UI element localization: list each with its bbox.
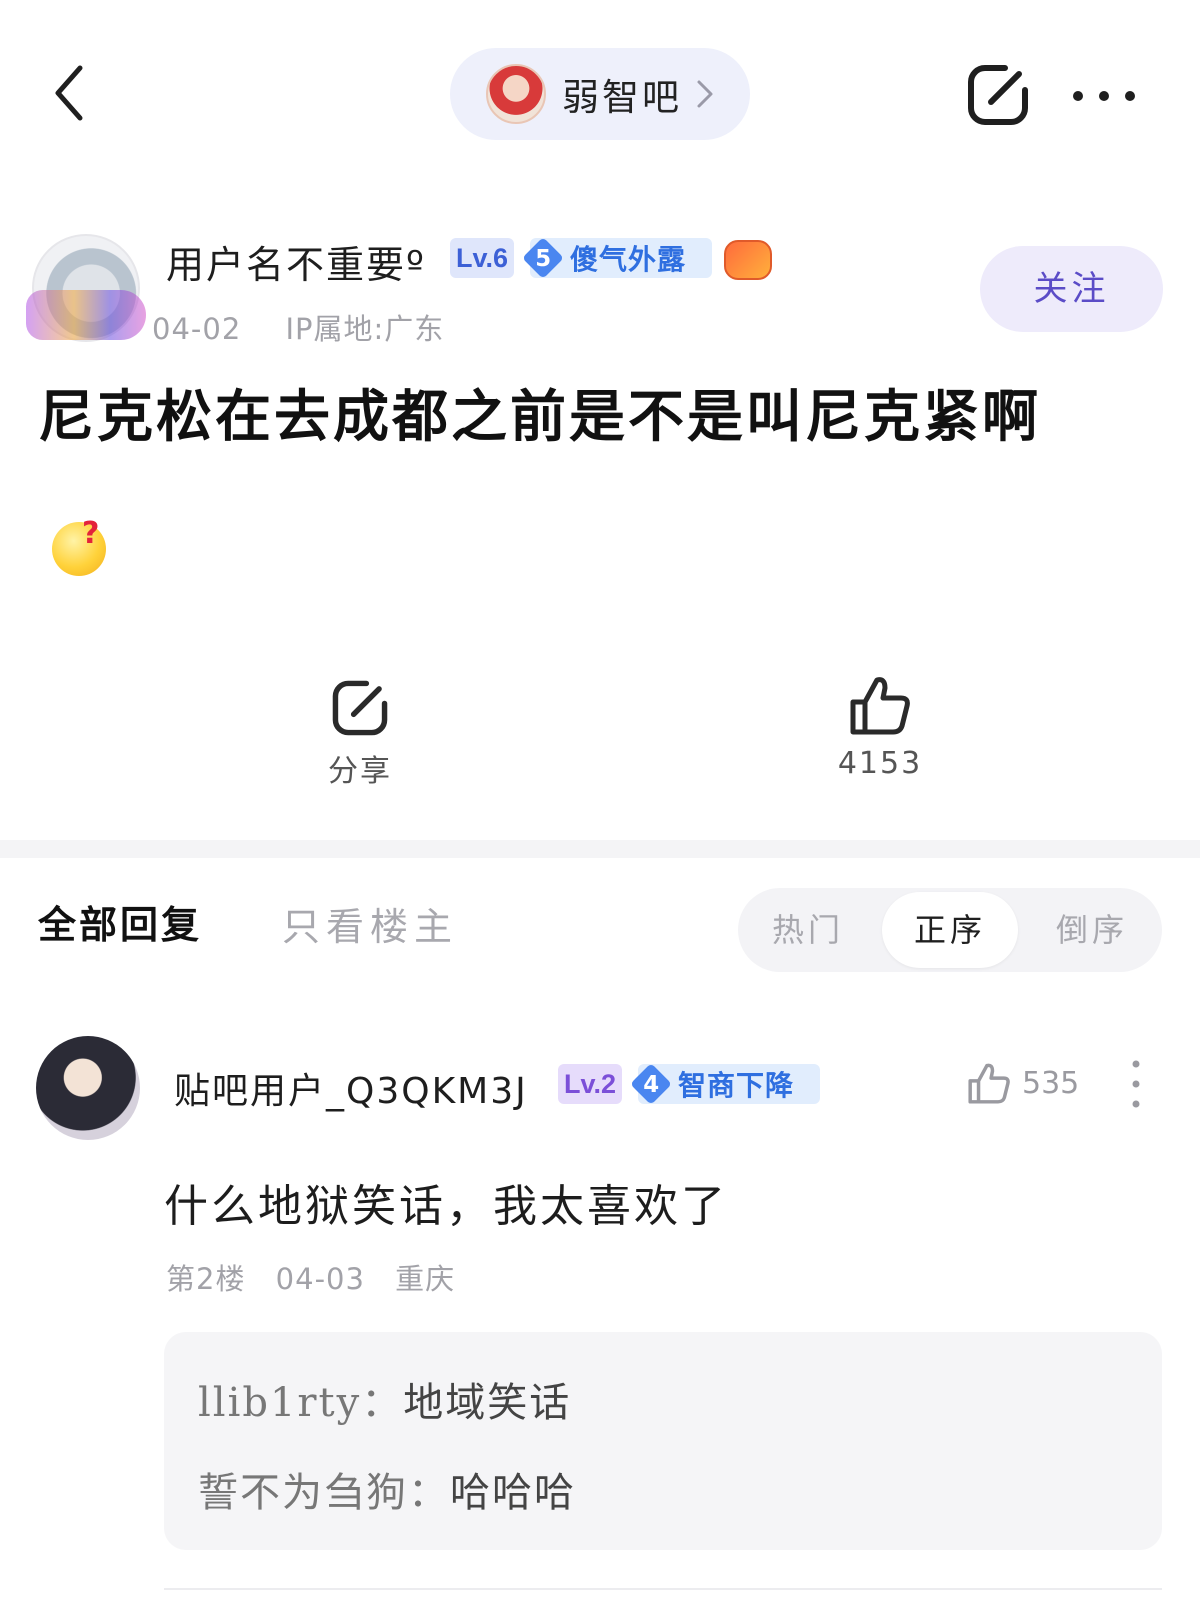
comment-location: 重庆 [395, 1262, 456, 1296]
like-action[interactable]: 4153 [800, 672, 960, 781]
avatar-frame-decoration [26, 290, 146, 340]
more-horizontal-icon [1073, 91, 1135, 101]
share-icon [968, 65, 1028, 125]
post-meta: 04-02 IP属地:广东 [152, 306, 478, 348]
question-mark-icon: ? [82, 516, 100, 551]
thumbs-up-icon [968, 1063, 1010, 1104]
back-button[interactable] [44, 58, 104, 128]
comment-divider [164, 1588, 1162, 1590]
thumbs-up-icon [850, 677, 910, 735]
level-badge: Lv.6 [450, 238, 515, 278]
title-badge-text: 傻气外露 [570, 243, 687, 276]
section-divider [0, 840, 1200, 858]
gamepad-icon [724, 240, 772, 280]
sort-hot[interactable]: 热门 [738, 888, 878, 972]
share-label: 分享 [328, 754, 392, 789]
commenter-avatar[interactable] [36, 1036, 140, 1140]
more-button[interactable] [1070, 78, 1138, 114]
post-title: 尼克松在去成都之前是不是叫尼克紧啊 [38, 384, 1041, 450]
sub-reply-author[interactable]: 誓不为刍狗： [198, 1470, 450, 1516]
commenter-name[interactable]: 贴吧用户_Q3QKM3J [174, 1062, 528, 1114]
level-badge: Lv.2 [558, 1064, 623, 1104]
sub-reply: 誓不为刍狗：哈哈哈 [198, 1460, 576, 1518]
sort-toggle: 热门 正序 倒序 [738, 888, 1162, 972]
forum-avatar [486, 64, 546, 124]
title-badge-text: 智商下降 [678, 1069, 795, 1102]
forum-name: 弱智吧 [562, 76, 682, 119]
sort-ascending[interactable]: 正序 [882, 892, 1018, 968]
comment-meta: 第2楼 04-03 重庆 [166, 1256, 475, 1298]
share-top-button[interactable] [965, 62, 1031, 128]
sort-descending[interactable]: 倒序 [1022, 888, 1162, 972]
comment-like-count: 535 [1022, 1065, 1080, 1101]
forum-pill[interactable]: 弱智吧 [450, 48, 750, 140]
post-date: 04-02 [152, 312, 242, 346]
post-ip: IP属地:广东 [285, 312, 445, 346]
more-vertical-icon [1132, 1060, 1140, 1108]
chevron-left-icon [55, 65, 83, 121]
share-icon [332, 680, 388, 736]
title-level-diamond: 4 [630, 1063, 672, 1105]
comment-date: 04-03 [275, 1262, 365, 1296]
follow-button[interactable]: 关注 [980, 246, 1163, 332]
comment-like-button[interactable]: 535 [966, 1060, 1079, 1106]
sub-reply-text: 地域笑话 [403, 1380, 572, 1426]
comment-more-button[interactable] [1126, 1058, 1146, 1110]
sub-reply: llib1rty：地域笑话 [198, 1370, 571, 1428]
tab-all-replies[interactable]: 全部回复 [38, 894, 202, 949]
comment-floor: 第2楼 [166, 1262, 246, 1296]
title-badge: 4 智商下降 [630, 1063, 820, 1105]
comment-text: 什么地狱笑话，我太喜欢了 [164, 1181, 728, 1232]
author-name[interactable]: 用户名不重要º [166, 234, 426, 289]
sub-reply-text: 哈哈哈 [450, 1470, 576, 1516]
share-action[interactable]: 分享 [280, 678, 440, 790]
title-level-diamond: 5 [522, 237, 564, 279]
chevron-right-icon [697, 80, 713, 108]
title-badge: 5 傻气外露 [522, 237, 712, 279]
like-count: 4153 [837, 746, 923, 781]
sub-reply-box[interactable]: llib1rty：地域笑话 誓不为刍狗：哈哈哈 [164, 1332, 1162, 1550]
tab-op-only[interactable]: 只看楼主 [282, 896, 458, 951]
sub-reply-author[interactable]: llib1rty： [198, 1380, 403, 1426]
